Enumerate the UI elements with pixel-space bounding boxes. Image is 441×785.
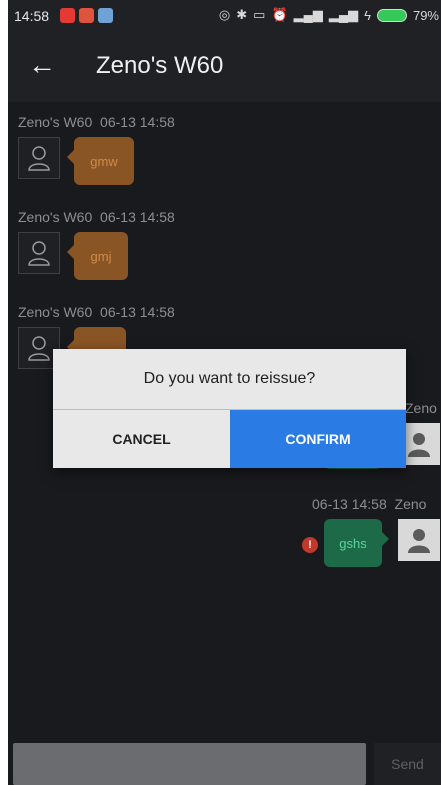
send-button[interactable]: Send (374, 743, 441, 785)
chat-bubble-left[interactable]: gmj (67, 232, 128, 280)
signal-icon: ▂▄▆ (293, 7, 323, 22)
message-timestamp: 06-13 14:58 (100, 114, 175, 130)
message-sender: Zeno's W60 (18, 209, 93, 225)
message-text: gmj (90, 248, 112, 264)
resend-error-icon[interactable]: ! (302, 537, 318, 553)
app-notification-icon (79, 8, 94, 23)
bluetooth-icon: ✱ (236, 7, 248, 22)
alarm-icon: ⏰ (271, 7, 288, 22)
reissue-dialog: Do you want to reissue? CANCEL CONFIRM (53, 349, 406, 468)
message-header: Zeno's W60 06-13 14:58 (18, 209, 175, 225)
message-timestamp: 06-13 14:58 (312, 496, 387, 512)
avatar[interactable] (18, 137, 60, 179)
chat-bubble-right[interactable]: gshs (324, 519, 389, 567)
battery-icon (376, 8, 407, 22)
message-timestamp: 06-13 14:58 (100, 209, 175, 225)
message-notification-icon (98, 8, 113, 23)
avatar[interactable] (18, 232, 60, 274)
avatar[interactable] (398, 519, 440, 561)
user-outline-icon (28, 336, 50, 361)
user-outline-icon (28, 241, 50, 266)
message-text: gmw (90, 153, 118, 169)
page-title: Zeno's W60 (96, 52, 224, 79)
vibrate-icon: ▭ (253, 7, 266, 22)
status-time: 14:58 (14, 8, 50, 24)
status-bar: 14:58 ◎ ✱ ▭ ⏰ ▂▄▆ ▂▄▆ ϟ 79% (8, 0, 441, 32)
cancel-button[interactable]: CANCEL (53, 410, 230, 468)
confirm-button[interactable]: CONFIRM (230, 410, 406, 468)
status-right: ◎ ✱ ▭ ⏰ ▂▄▆ ▂▄▆ ϟ 79% (219, 7, 439, 23)
user-outline-icon (28, 146, 50, 171)
message-sender: Zeno's W60 (18, 114, 93, 130)
charging-icon: ϟ (364, 7, 371, 23)
dialog-message: Do you want to reissue? (143, 370, 316, 387)
message-sender: Zeno's W60 (18, 304, 93, 320)
message-sender: Zeno (405, 400, 437, 416)
message-input[interactable] (13, 743, 366, 785)
message-timestamp: 06-13 14:58 (100, 304, 175, 320)
nfc-icon: ◎ (218, 7, 231, 22)
message-header: Zeno (405, 400, 437, 416)
message-text: gshs (339, 535, 367, 551)
message-header: 06-13 14:58 Zeno (312, 496, 426, 512)
chat-bubble-left[interactable]: gmw (67, 137, 134, 185)
back-arrow-icon[interactable]: ← (28, 50, 56, 80)
message-header: Zeno's W60 06-13 14:58 (18, 304, 175, 320)
battery-percent: 79% (412, 7, 439, 23)
app-bar: ← Zeno's W60 (8, 32, 441, 102)
user-filled-icon (408, 433, 430, 457)
user-filled-icon (408, 529, 430, 553)
message-header: Zeno's W60 06-13 14:58 (18, 114, 175, 130)
message-sender: Zeno (394, 496, 427, 512)
weibo-icon (60, 8, 75, 23)
signal-2-icon: ▂▄▆ (328, 7, 359, 22)
